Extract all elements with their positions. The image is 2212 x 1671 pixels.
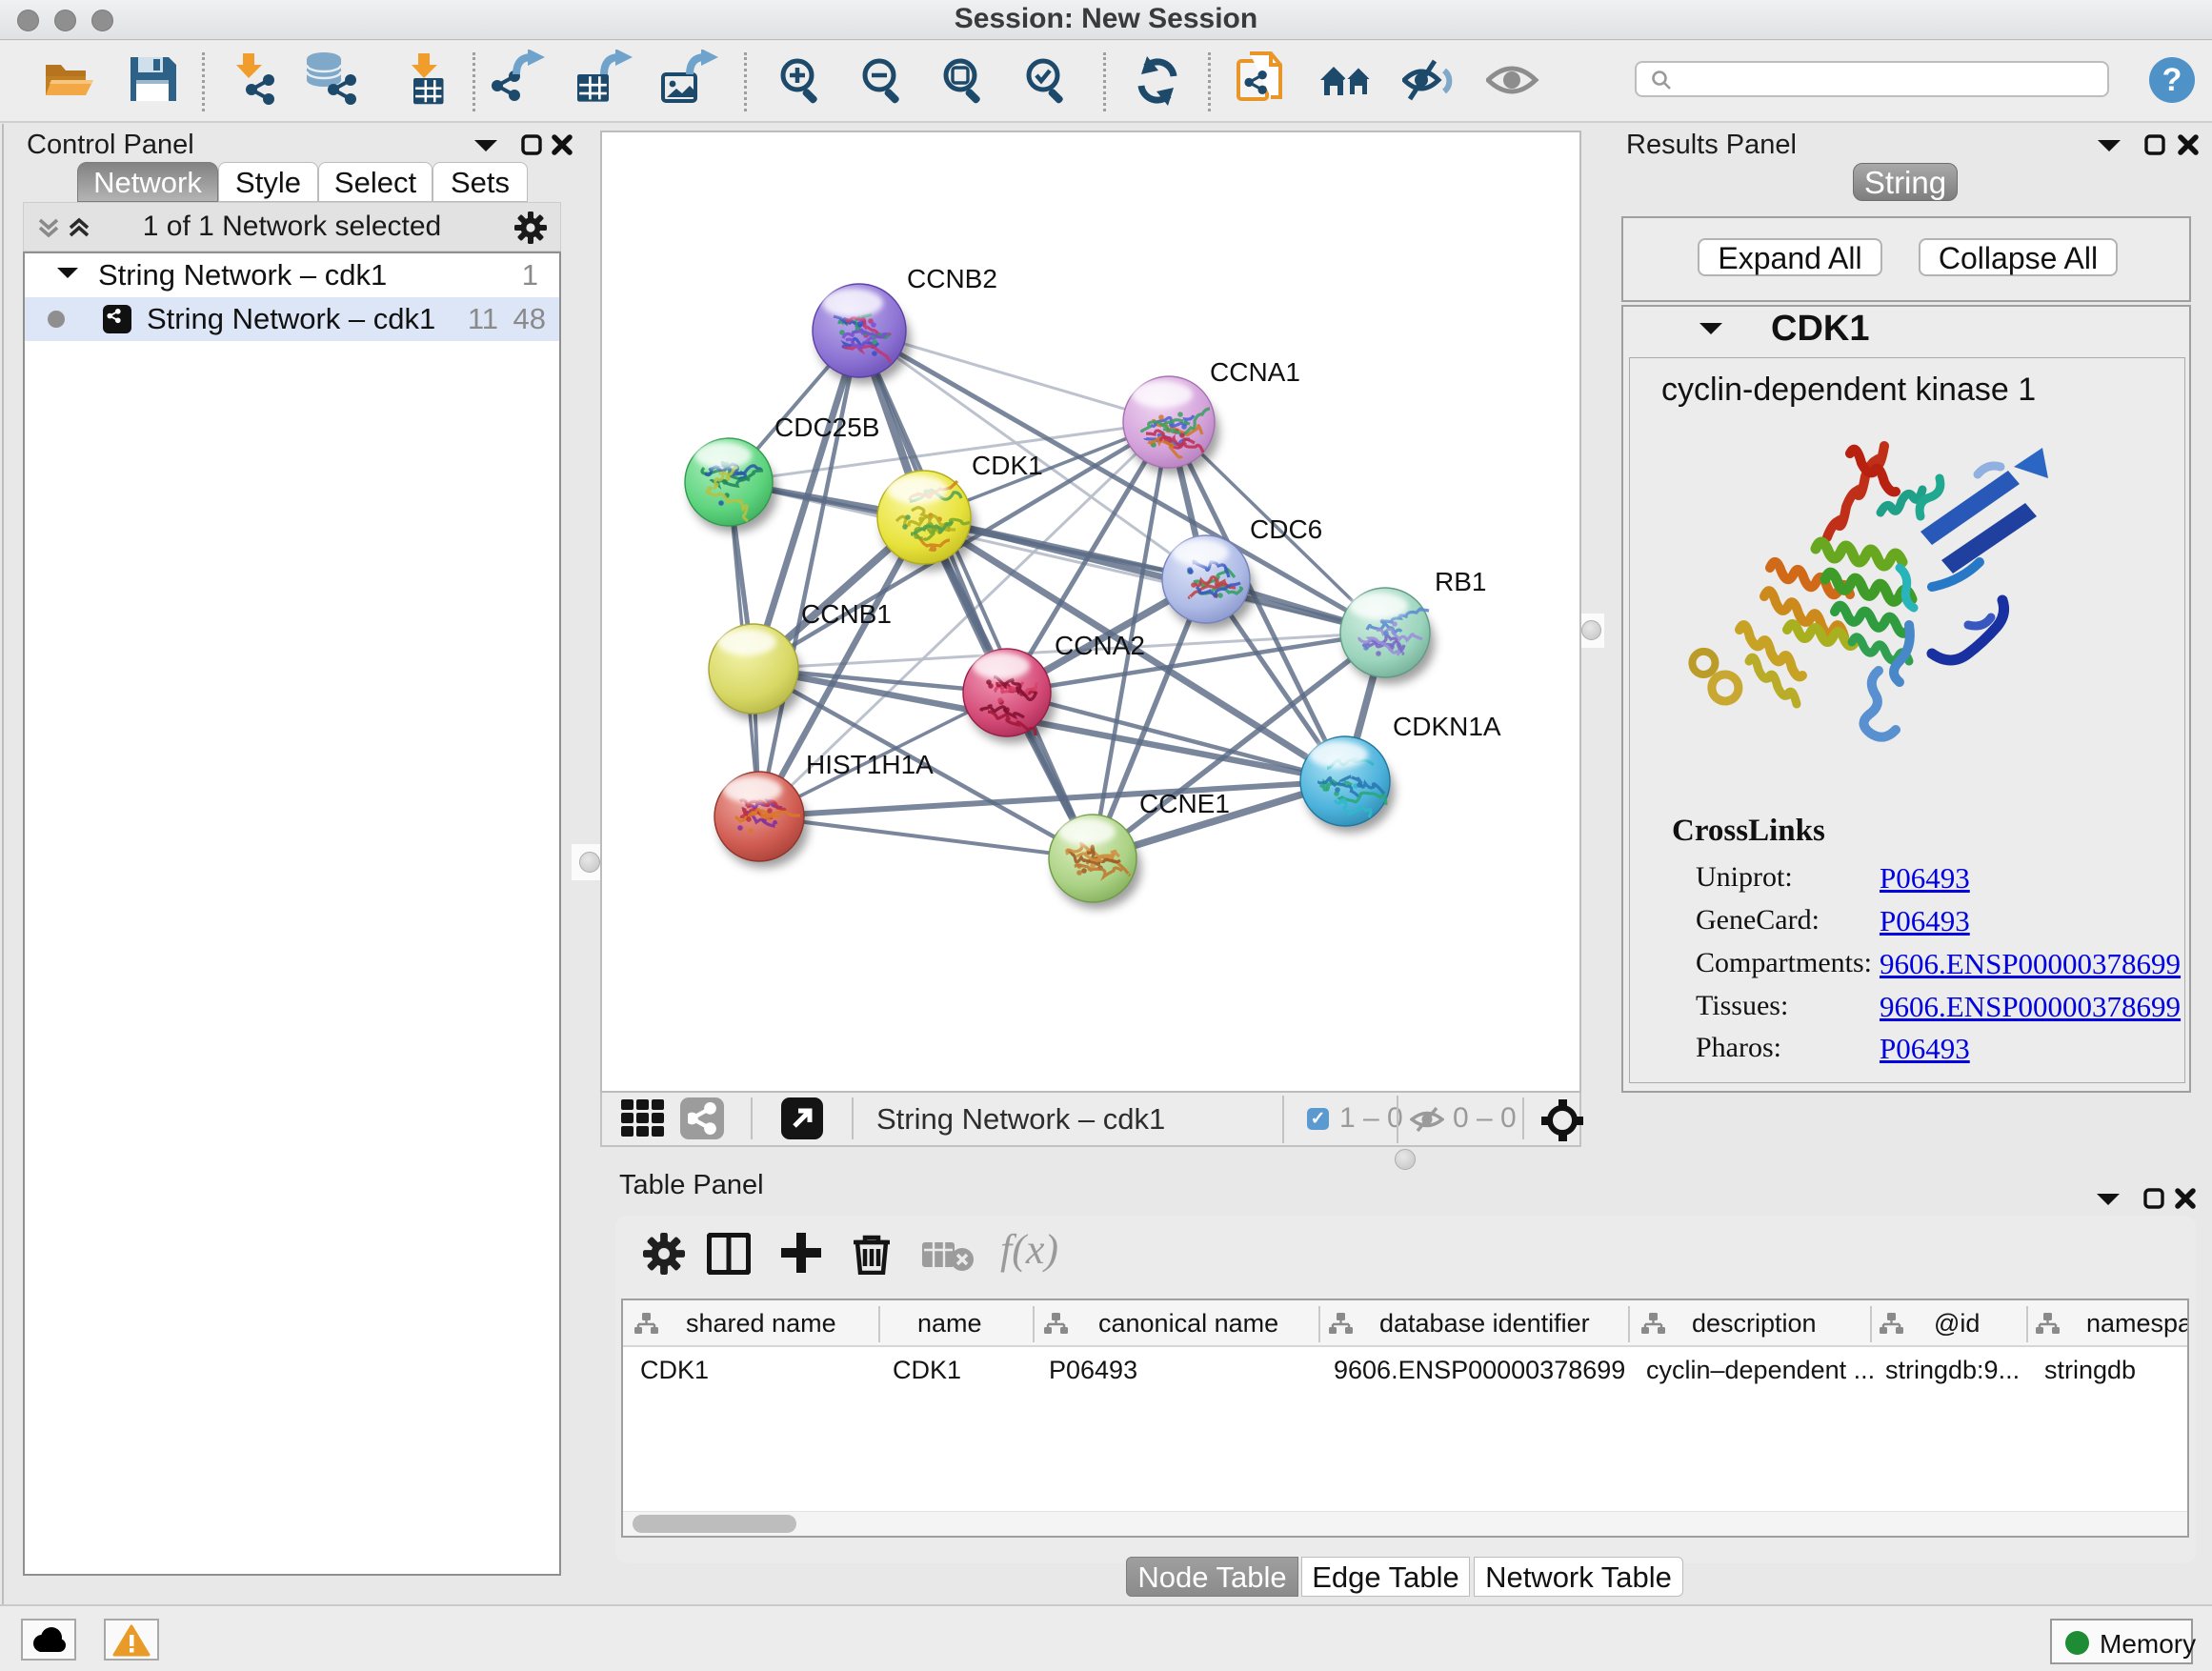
svg-text:CCNB2: CCNB2	[907, 264, 997, 293]
svg-text:CCNA1: CCNA1	[1210, 357, 1300, 387]
svg-text:CCNB1: CCNB1	[801, 599, 892, 629]
svg-text:HIST1H1A: HIST1H1A	[806, 750, 934, 779]
svg-text:CDC25B: CDC25B	[774, 413, 879, 442]
svg-text:CDC6: CDC6	[1250, 514, 1322, 544]
svg-text:CDK1: CDK1	[972, 451, 1043, 480]
svg-text:RB1: RB1	[1435, 567, 1486, 596]
svg-text:CCNA2: CCNA2	[1055, 631, 1145, 660]
svg-text:CDKN1A: CDKN1A	[1393, 712, 1501, 741]
svg-text:CCNE1: CCNE1	[1139, 789, 1230, 818]
